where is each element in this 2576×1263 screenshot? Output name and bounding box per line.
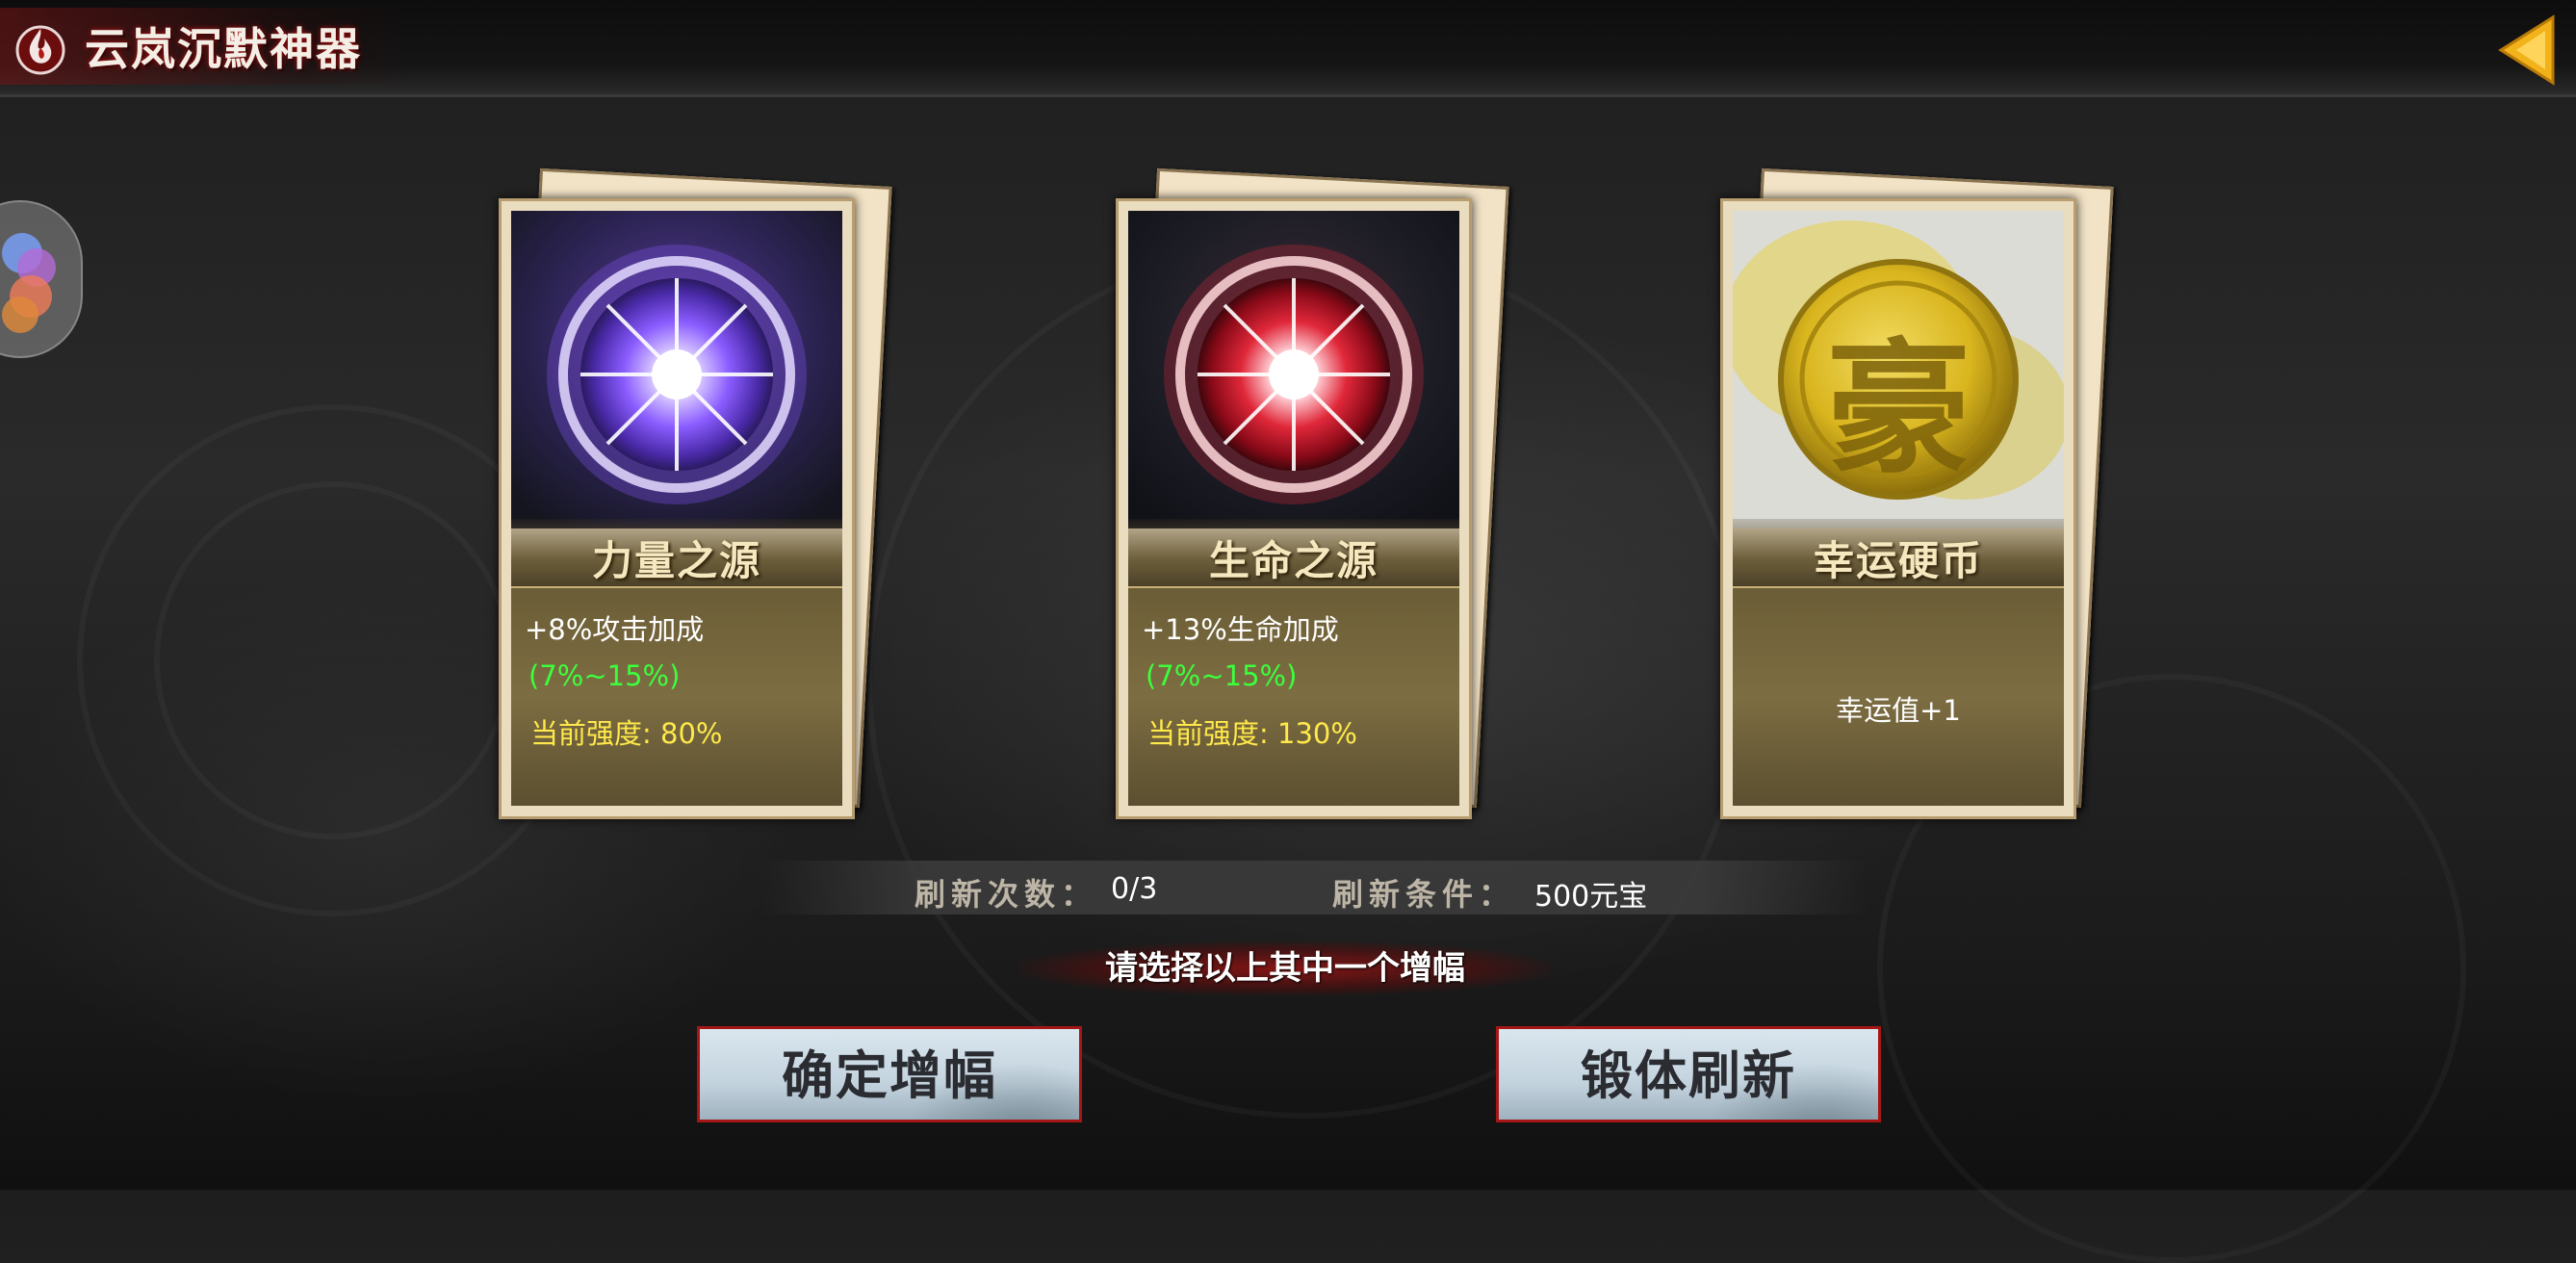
card-banner: 力量之源: [511, 519, 842, 589]
card-effect: +13%生命加成: [1142, 613, 1339, 646]
bubble-dot: [2, 296, 39, 333]
card-banner: 幸运硬币: [1733, 519, 2064, 589]
refresh-condition-value: 500元宝: [1534, 880, 1648, 914]
bg-swirl: [154, 481, 512, 839]
page-title: 云岚沉默神器: [85, 23, 362, 75]
card-effect: +8%攻击加成: [525, 613, 705, 646]
refresh-label: 锻体刷新: [1581, 1044, 1796, 1106]
title-plate: 云岚沉默神器: [0, 8, 414, 85]
refresh-count-label: 刷新次数：: [914, 876, 1098, 913]
refresh-count-value: 0/3: [1111, 872, 1158, 906]
card-body: +13%生命加成 (7%~15%) 当前强度: 130%: [1128, 588, 1459, 806]
selection-prompt: 请选择以上其中一个增幅: [1020, 941, 1550, 995]
card-title: 幸运硬币: [1813, 537, 1983, 584]
card-range: (7%~15%): [528, 659, 681, 692]
refresh-info-strip: 刷新次数： 0/3 刷新条件： 500元宝: [760, 861, 1868, 915]
floating-menu-bubble[interactable]: [0, 200, 83, 358]
card-banner: 生命之源: [1128, 519, 1459, 589]
refresh-condition-label: 刷新条件：: [1332, 876, 1516, 913]
card-title: 力量之源: [591, 537, 761, 584]
top-bar: 云岚沉默神器: [0, 0, 2576, 97]
red-orb-icon: [1128, 211, 1459, 528]
card-effect: 幸运值+1: [1836, 694, 1961, 727]
buff-card-vitality[interactable]: 生命之源 +13%生命加成 (7%~15%) 当前强度: 130%: [1116, 168, 1509, 819]
coin-glyph: 豪: [1825, 324, 1971, 494]
card-body: +8%攻击加成 (7%~15%) 当前强度: 80%: [511, 588, 842, 806]
buff-card-lucky-coin[interactable]: 豪 幸运硬币 幸运值+1: [1720, 168, 2114, 819]
card-front: 力量之源 +8%攻击加成 (7%~15%) 当前强度: 80%: [499, 198, 855, 819]
card-strength: 当前强度: 130%: [1147, 717, 1357, 750]
card-range: (7%~15%): [1146, 659, 1298, 692]
card-strength: 当前强度: 80%: [530, 717, 723, 750]
flame-icon: [15, 25, 65, 75]
card-front: 豪 幸运硬币 幸运值+1: [1720, 198, 2076, 819]
confirm-enhance-label: 确定增幅: [782, 1044, 997, 1106]
buff-card-strength[interactable]: 力量之源 +8%攻击加成 (7%~15%) 当前强度: 80%: [499, 168, 892, 819]
refresh-button[interactable]: 锻体刷新: [1496, 1026, 1881, 1122]
card-front: 生命之源 +13%生命加成 (7%~15%) 当前强度: 130%: [1116, 198, 1472, 819]
purple-orb-icon: [511, 211, 842, 528]
confirm-enhance-button[interactable]: 确定增幅: [697, 1026, 1082, 1122]
card-body: 幸运值+1: [1733, 588, 2064, 806]
card-title: 生命之源: [1208, 537, 1378, 584]
back-button[interactable]: [2493, 13, 2561, 87]
